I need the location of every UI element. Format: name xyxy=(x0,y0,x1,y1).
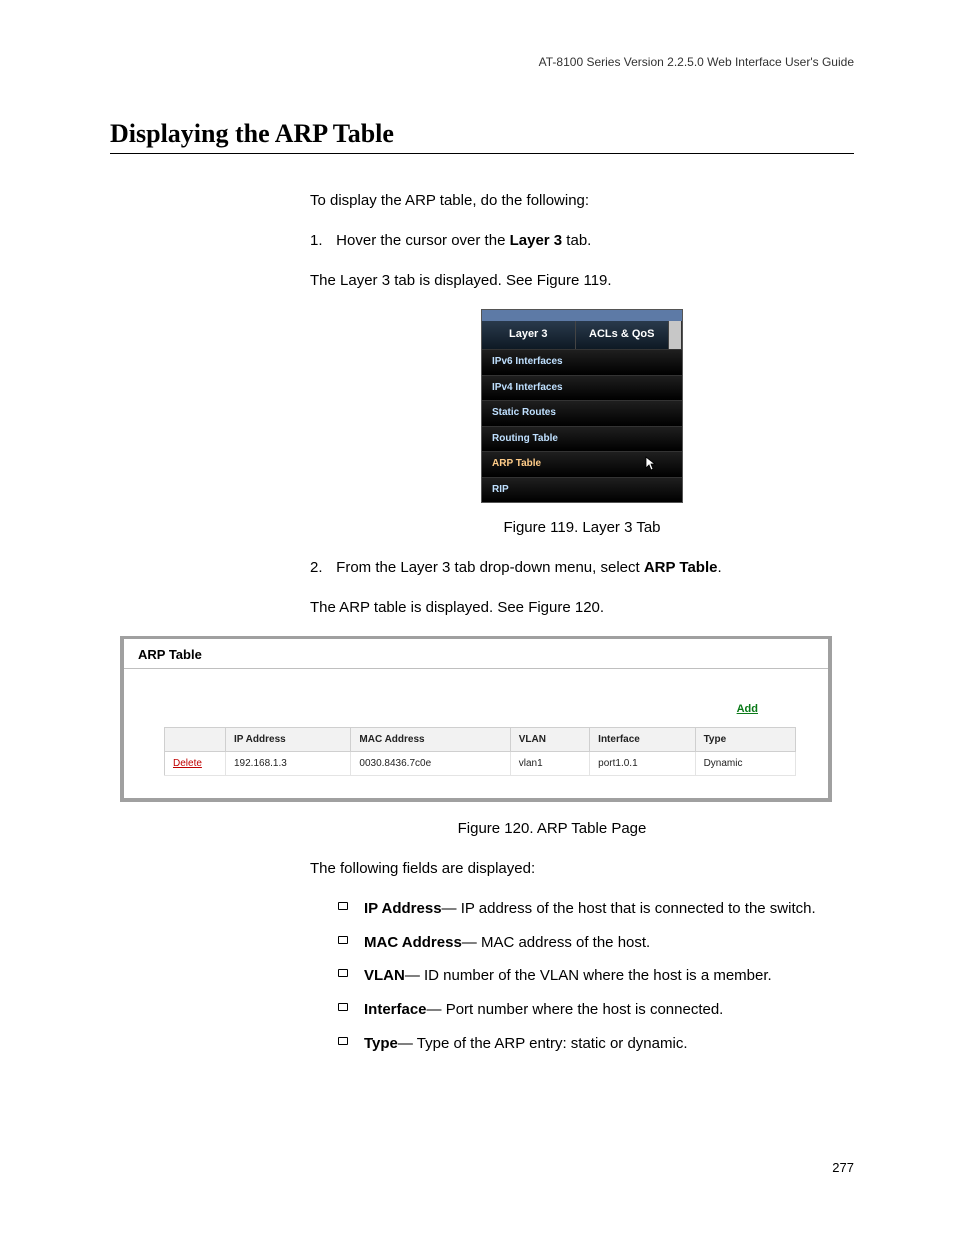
delete-link[interactable]: Delete xyxy=(173,758,202,769)
step-1-bold: Layer 3 xyxy=(510,232,563,249)
field-vlan-label: VLAN xyxy=(364,967,405,984)
body-column: To display the ARP table, do the followi… xyxy=(310,190,854,618)
field-type-desc: — Type of the ARP entry: static or dynam… xyxy=(398,1035,688,1052)
add-link[interactable]: Add xyxy=(737,703,758,715)
field-iface-label: Interface xyxy=(364,1001,427,1018)
arp-table-header-row: IP Address MAC Address VLAN Interface Ty… xyxy=(165,728,796,752)
step-1-pre: Hover the cursor over the xyxy=(336,232,509,249)
step-1-followup: The Layer 3 tab is displayed. See Figure… xyxy=(310,270,854,292)
cell-vlan: vlan1 xyxy=(510,752,589,776)
intro-text: To display the ARP table, do the followi… xyxy=(310,190,854,212)
field-list: IP Address— IP address of the host that … xyxy=(338,898,854,1055)
figure-120: ARP Table Add IP Address MAC Address VLA… xyxy=(120,636,832,802)
bullet-icon xyxy=(338,1003,348,1011)
step-1-post: tab. xyxy=(562,232,591,249)
list-item: MAC Address— MAC address of the host. xyxy=(338,932,854,954)
page-number: 277 xyxy=(832,1160,854,1175)
col-type: Type xyxy=(695,728,795,752)
arp-table: IP Address MAC Address VLAN Interface Ty… xyxy=(164,727,796,776)
cell-interface: port1.0.1 xyxy=(590,752,695,776)
field-type-label: Type xyxy=(364,1035,398,1052)
tab-layer3[interactable]: Layer 3 xyxy=(482,321,576,349)
bullet-icon xyxy=(338,902,348,910)
list-item: IP Address— IP address of the host that … xyxy=(338,898,854,920)
list-item: Type— Type of the ARP entry: static or d… xyxy=(338,1033,854,1055)
step-1-text: Hover the cursor over the Layer 3 tab. xyxy=(336,232,591,249)
field-ip-desc: — IP address of the host that is connect… xyxy=(442,900,816,917)
table-row: Delete 192.168.1.3 0030.8436.7c0e vlan1 … xyxy=(165,752,796,776)
field-vlan-desc: — ID number of the VLAN where the host i… xyxy=(405,967,772,984)
running-header: AT-8100 Series Version 2.2.5.0 Web Inter… xyxy=(110,55,854,69)
fig119-topbar xyxy=(482,310,682,321)
bullet-icon xyxy=(338,936,348,944)
col-actions xyxy=(165,728,226,752)
col-vlan: VLAN xyxy=(510,728,589,752)
step-2-text: From the Layer 3 tab drop-down menu, sel… xyxy=(336,559,721,576)
figure-119: Layer 3 ACLs & QoS IPv6 Interfaces IPv4 … xyxy=(481,309,683,503)
section-title: Displaying the ARP Table xyxy=(110,119,854,154)
cursor-icon xyxy=(644,456,658,478)
col-mac: MAC Address xyxy=(351,728,510,752)
field-mac-label: MAC Address xyxy=(364,934,462,951)
menu-ipv4-interfaces[interactable]: IPv4 Interfaces xyxy=(482,375,682,401)
step-2-pre: From the Layer 3 tab drop-down menu, sel… xyxy=(336,559,644,576)
cell-ip: 192.168.1.3 xyxy=(226,752,351,776)
menu-arp-table[interactable]: ARP Table xyxy=(482,451,682,477)
fields-intro: The following fields are displayed: xyxy=(310,858,854,880)
page: AT-8100 Series Version 2.2.5.0 Web Inter… xyxy=(0,0,954,1235)
menu-static-routes[interactable]: Static Routes xyxy=(482,400,682,426)
add-row: Add xyxy=(124,669,828,727)
col-interface: Interface xyxy=(590,728,695,752)
menu-ipv6-interfaces[interactable]: IPv6 Interfaces xyxy=(482,349,682,375)
step-1-number: 1. xyxy=(310,230,332,252)
field-ip-label: IP Address xyxy=(364,900,442,917)
figure-120-caption: Figure 120. ARP Table Page xyxy=(250,818,854,840)
field-iface-desc: — Port number where the host is connecte… xyxy=(427,1001,724,1018)
figure-120-wrap: ARP Table Add IP Address MAC Address VLA… xyxy=(110,636,854,802)
step-2: 2. From the Layer 3 tab drop-down menu, … xyxy=(310,557,854,579)
col-ip: IP Address xyxy=(226,728,351,752)
field-mac-desc: — MAC address of the host. xyxy=(462,934,650,951)
fig119-tabs: Layer 3 ACLs & QoS xyxy=(482,321,682,349)
step-2-bold: ARP Table xyxy=(644,559,718,576)
menu-arp-table-label: ARP Table xyxy=(492,458,541,469)
cell-type: Dynamic xyxy=(695,752,795,776)
step-2-number: 2. xyxy=(310,557,332,579)
cell-mac: 0030.8436.7c0e xyxy=(351,752,510,776)
list-item: VLAN— ID number of the VLAN where the ho… xyxy=(338,965,854,987)
tab-acls-qos[interactable]: ACLs & QoS xyxy=(576,321,670,349)
cell-delete: Delete xyxy=(165,752,226,776)
menu-routing-table[interactable]: Routing Table xyxy=(482,426,682,452)
menu-rip[interactable]: RIP xyxy=(482,477,682,503)
step-2-post: . xyxy=(717,559,721,576)
arp-table-panel-title: ARP Table xyxy=(124,639,828,669)
step-2-followup: The ARP table is displayed. See Figure 1… xyxy=(310,597,854,619)
bullet-icon xyxy=(338,1037,348,1045)
bullet-icon xyxy=(338,969,348,977)
figure-119-caption: Figure 119. Layer 3 Tab xyxy=(310,517,854,539)
list-item: Interface— Port number where the host is… xyxy=(338,999,854,1021)
body-column-2: Figure 120. ARP Table Page The following… xyxy=(310,818,854,1054)
step-1: 1. Hover the cursor over the Layer 3 tab… xyxy=(310,230,854,252)
tab-edge xyxy=(669,321,682,349)
